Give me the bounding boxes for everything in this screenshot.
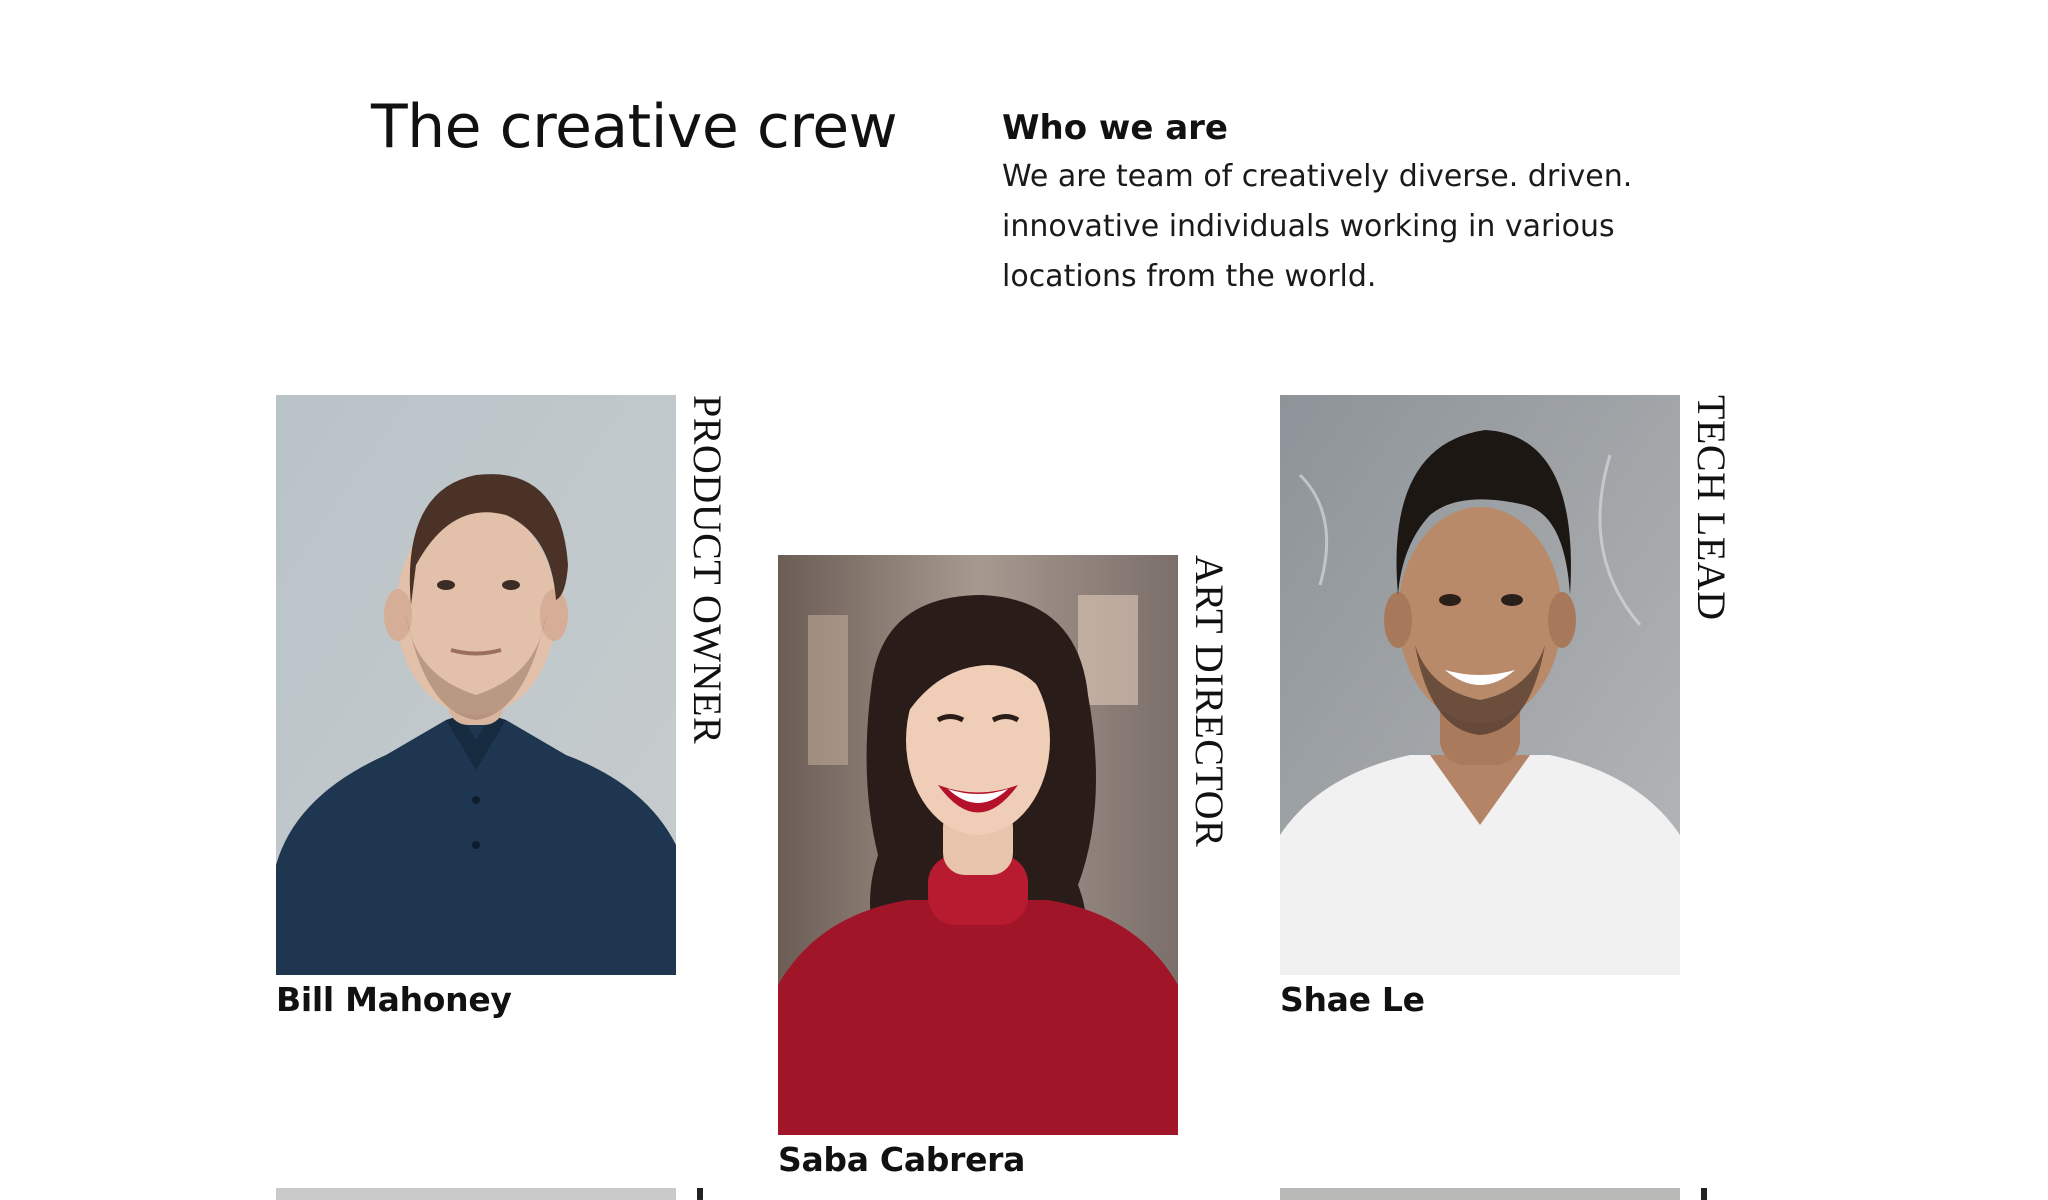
member-name: Bill Mahoney [276,980,512,1019]
member-role-partial [1689,1188,1729,1200]
member-role-partial [685,1188,725,1200]
woman-red-sweater-portrait-icon [778,555,1178,1135]
about-text-line: innovative individuals working in variou… [1002,209,1615,244]
member-role: PRODUCT OWNER [685,395,730,745]
man-blue-polo-portrait-icon [276,395,676,975]
about-text-line: locations from the world. [1002,259,1377,294]
member-photo-partial [1280,1188,1680,1200]
member-name: Saba Cabrera [778,1140,1026,1179]
member-photo [778,555,1178,1135]
about-text: We are team of creatively diverse. drive… [1002,152,1722,302]
about-title: Who we are [1002,108,1228,148]
member-photo [1280,395,1680,975]
member-photo [276,395,676,975]
member-photo-partial [276,1188,676,1200]
page-title: The creative crew [371,92,898,162]
about-text-line: We are team of creatively diverse. drive… [1002,159,1633,194]
man-white-tshirt-portrait-icon [1280,395,1680,975]
member-name: Shae Le [1280,980,1425,1019]
about-section: Who we are We are team of creatively div… [1002,104,1722,302]
member-role: ART DIRECTOR [1187,555,1232,848]
member-role: TECH LEAD [1689,395,1734,621]
